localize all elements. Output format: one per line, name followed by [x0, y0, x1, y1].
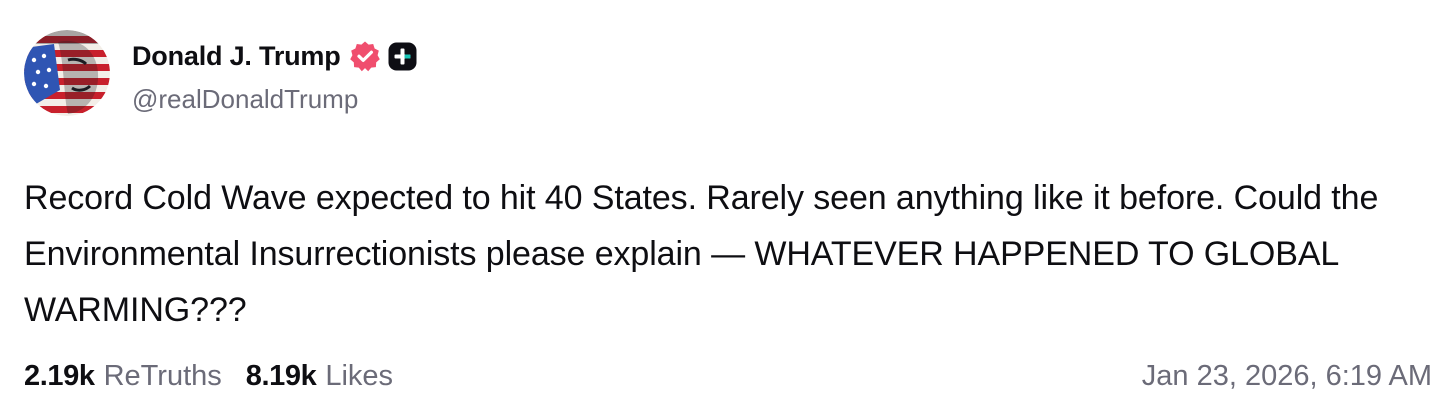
verified-badge-icon [349, 40, 381, 72]
retruths-stat[interactable]: 2.19k ReTruths [24, 360, 222, 393]
likes-count: 8.19k [245, 359, 317, 392]
post-footer: 2.19k ReTruths 8.19k Likes Jan 23, 2026,… [24, 356, 1432, 396]
engagement-stats: 2.19k ReTruths 8.19k Likes [24, 360, 393, 393]
likes-label: Likes [325, 359, 394, 392]
post-text: Record Cold Wave expected to hit 40 Stat… [24, 179, 1379, 329]
post-timestamp[interactable]: Jan 23, 2026, 6:19 AM [1142, 360, 1432, 393]
author-name-row: Donald J. Trump [132, 38, 418, 74]
truth-plus-icon [387, 41, 418, 72]
flag-portrait-avatar-icon [24, 30, 110, 116]
avatar[interactable] [24, 30, 110, 116]
author-display-name[interactable]: Donald J. Trump [132, 41, 341, 72]
author-handle[interactable]: @realDonaldTrump [132, 84, 358, 115]
retruths-count: 2.19k [24, 359, 95, 392]
retruths-label: ReTruths [103, 359, 222, 392]
truth-post: Donald J. Trump @realDonaldTrump Record … [0, 0, 1454, 419]
likes-stat[interactable]: 8.19k Likes [246, 360, 393, 393]
